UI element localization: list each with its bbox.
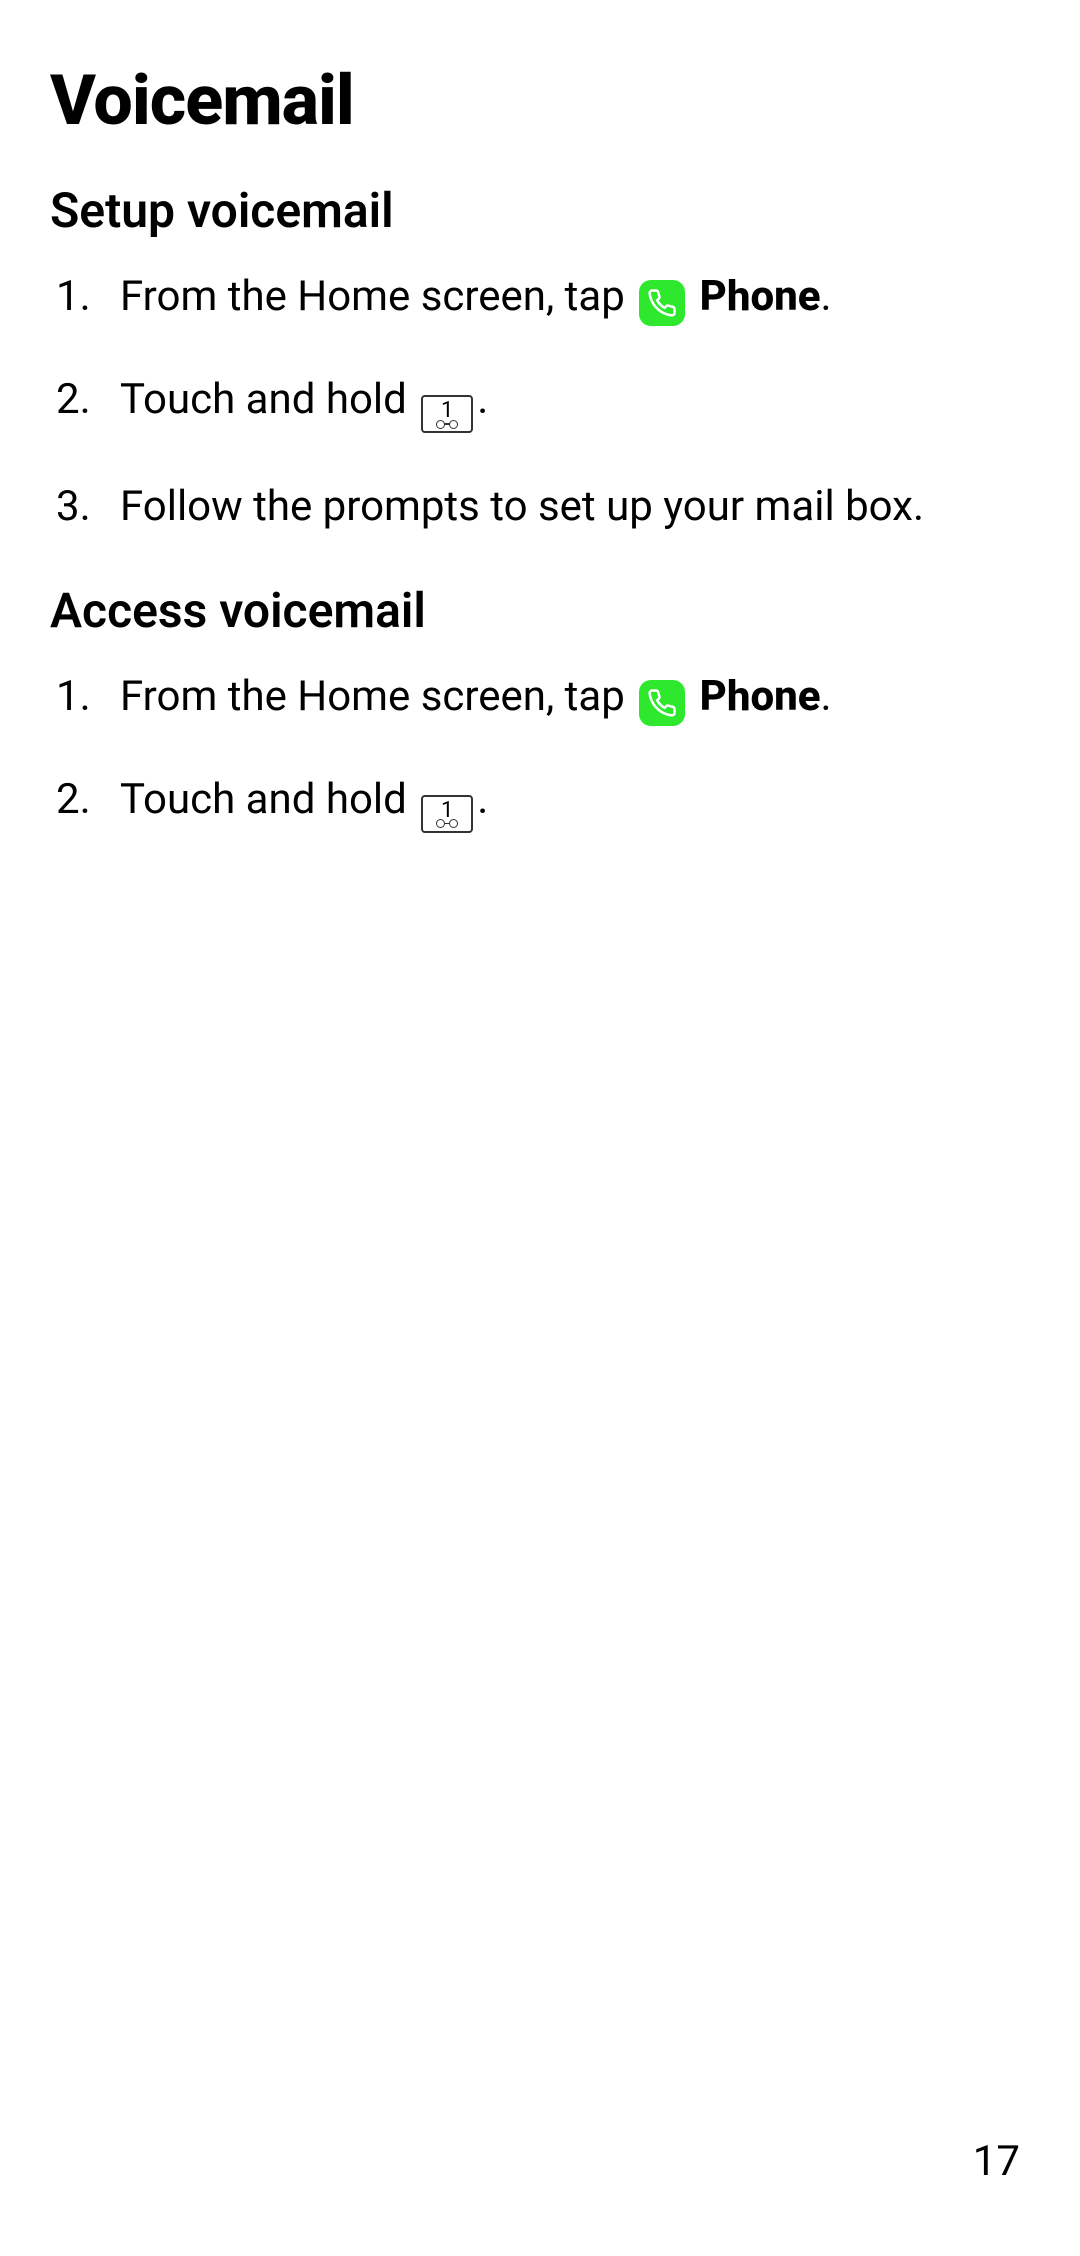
step-text-post: .	[821, 672, 832, 721]
step-text-pre: Touch and hold	[120, 375, 417, 424]
dialpad-key-1-icon: 1	[421, 395, 473, 433]
step-text-pre: From the Home screen, tap	[120, 272, 635, 321]
phone-app-label: Phone	[700, 272, 821, 321]
setup-step-2: 2. Touch and hold 1 .	[50, 372, 1030, 433]
section-heading-setup: Setup voicemail	[50, 182, 1030, 239]
page-title: Voicemail	[50, 60, 1030, 142]
dialpad-key-1-icon: 1	[421, 795, 473, 833]
step-number: 3.	[56, 479, 91, 536]
phone-icon	[639, 280, 685, 326]
step-text-pre: Touch and hold	[120, 775, 417, 824]
step-text: Follow the prompts to set up your mail b…	[120, 482, 924, 531]
dialpad-key-digit: 1	[441, 400, 453, 422]
step-text-post: .	[821, 272, 832, 321]
page-number: 17	[973, 2137, 1020, 2186]
manual-page: Voicemail Setup voicemail 1. From the Ho…	[0, 0, 1080, 2256]
step-text-post: .	[477, 775, 488, 824]
step-number: 1.	[56, 269, 91, 326]
step-text-pre: From the Home screen, tap	[120, 672, 635, 721]
access-step-2: 2. Touch and hold 1 .	[50, 772, 1030, 833]
setup-steps-list: 1. From the Home screen, tap Phone. 2. T…	[50, 269, 1030, 536]
setup-step-1: 1. From the Home screen, tap Phone.	[50, 269, 1030, 326]
phone-icon	[639, 680, 685, 726]
step-number: 1.	[56, 669, 91, 726]
access-step-1: 1. From the Home screen, tap Phone.	[50, 669, 1030, 726]
setup-step-3: 3. Follow the prompts to set up your mai…	[50, 479, 1030, 536]
section-heading-access: Access voicemail	[50, 582, 1030, 639]
voicemail-symbol-icon	[436, 820, 458, 828]
step-number: 2.	[56, 372, 91, 429]
step-text-post: .	[477, 375, 488, 424]
access-steps-list: 1. From the Home screen, tap Phone. 2. T…	[50, 669, 1030, 833]
voicemail-symbol-icon	[436, 420, 458, 428]
step-number: 2.	[56, 772, 91, 829]
phone-app-label: Phone	[700, 672, 821, 721]
